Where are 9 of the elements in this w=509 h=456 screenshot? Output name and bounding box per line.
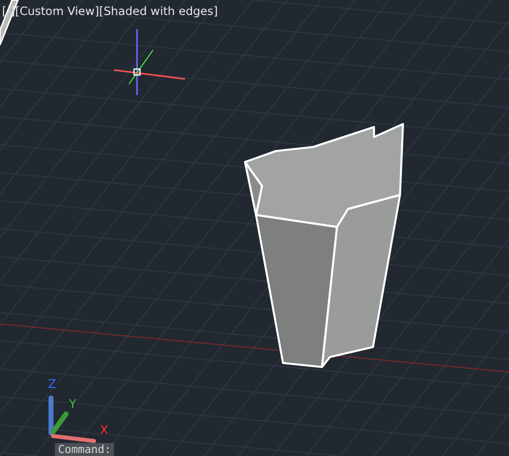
viewport-control[interactable]: [-] — [2, 4, 16, 18]
command-prompt[interactable]: Command: — [55, 443, 114, 456]
z-axis-label: Z — [47, 378, 58, 390]
y-axis-label: Y — [68, 398, 78, 410]
viewport-control[interactable]: [Custom View] — [15, 4, 100, 18]
crosshair-cursor-icon — [114, 29, 186, 95]
ucs-axes-icon — [48, 396, 96, 443]
x-axis-label: X — [99, 424, 110, 436]
viewport-control[interactable]: [Shaded with edges] — [99, 4, 218, 18]
